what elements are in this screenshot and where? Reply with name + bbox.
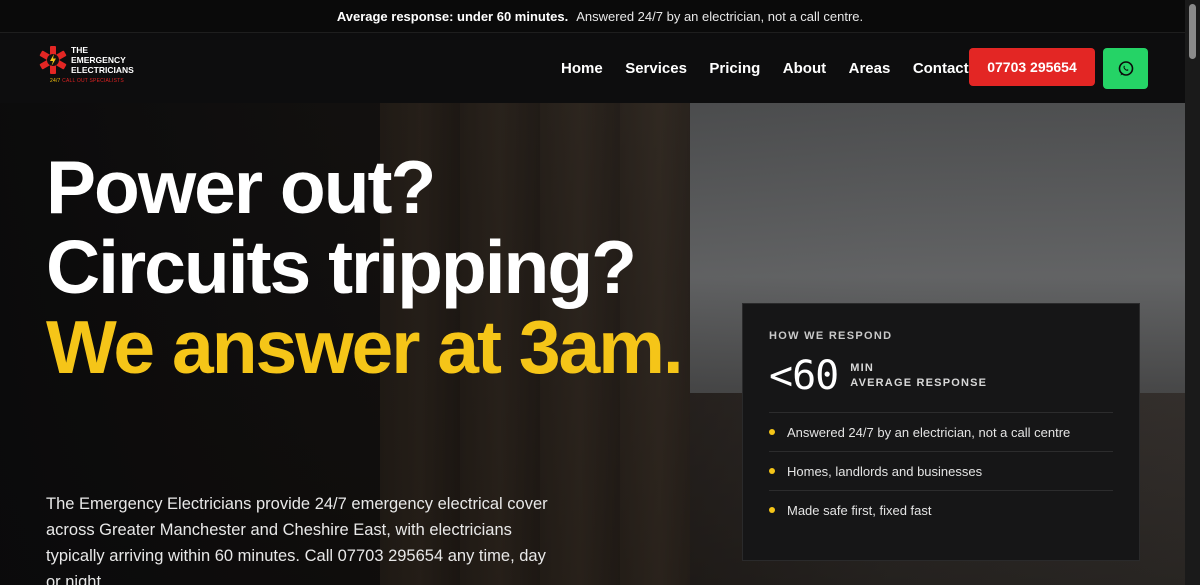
page-scrollbar[interactable] <box>1185 0 1200 585</box>
bullet-dot <box>769 468 775 474</box>
logo-line-2: EMERGENCY <box>71 55 126 65</box>
nav-link-contact[interactable]: Contact <box>913 60 969 77</box>
whatsapp-button[interactable] <box>1103 48 1148 89</box>
logo-line-1: THE <box>71 45 88 55</box>
headline-yellow: We answer at 3am. <box>46 305 684 389</box>
announcement-text: Answered 24/7 by an electrician, not a c… <box>576 8 864 24</box>
whatsapp-icon <box>1118 60 1133 76</box>
hero-section: Power out? Circuits tripping? We answer … <box>0 103 1185 585</box>
stat-value: <60 <box>769 353 839 399</box>
call-phone-button[interactable]: 07703 295654 <box>969 48 1095 86</box>
response-points: Answered 24/7 by an electrician, not a c… <box>769 413 1113 529</box>
hero-headline: Power out? Circuits tripping? We answer … <box>46 147 706 387</box>
response-stat: <60 MIN AVERAGE RESPONSE <box>769 356 1113 413</box>
announcement-strong: Average response: under 60 minutes. <box>336 8 569 24</box>
headline-white: Power out? Circuits tripping? <box>46 145 637 309</box>
list-item: Made safe first, fixed fast <box>769 491 1113 529</box>
nav-menu: Home Services Pricing About Areas Contac… <box>561 33 991 103</box>
announcement-bar: Average response: under 60 minutes. Answ… <box>0 0 1200 33</box>
bullet-dot <box>769 507 775 513</box>
response-card: HOW WE RESPOND <60 MIN AVERAGE RESPONSE … <box>742 303 1140 561</box>
lightning-star-icon <box>39 46 67 74</box>
nav-link-about[interactable]: About <box>783 60 826 77</box>
stat-caption: AVERAGE RESPONSE <box>850 377 988 389</box>
list-item: Homes, landlords and businesses <box>769 452 1113 491</box>
main-nav: THE EMERGENCY ELECTRICIANS 24/7 CALL OUT… <box>0 33 1200 104</box>
bullet-dot <box>769 429 775 435</box>
stat-unit: MIN <box>850 362 875 374</box>
list-item: Answered 24/7 by an electrician, not a c… <box>769 413 1113 452</box>
nav-link-services[interactable]: Services <box>625 60 687 77</box>
logo-tagline: 24/7 CALL OUT SPECIALISTS <box>50 78 124 84</box>
nav-link-home[interactable]: Home <box>561 60 603 77</box>
stat-units: MIN AVERAGE RESPONSE <box>850 361 987 391</box>
scrollbar-thumb[interactable] <box>1189 4 1196 59</box>
site-logo[interactable]: THE EMERGENCY ELECTRICIANS 24/7 CALL OUT… <box>38 45 134 84</box>
nav-link-pricing[interactable]: Pricing <box>709 60 760 77</box>
card-label: HOW WE RESPOND <box>769 330 893 342</box>
logo-line-3: ELECTRICIANS <box>71 65 134 75</box>
hero-lead: The Emergency Electricians provide 24/7 … <box>46 495 548 585</box>
nav-link-areas[interactable]: Areas <box>849 60 891 77</box>
